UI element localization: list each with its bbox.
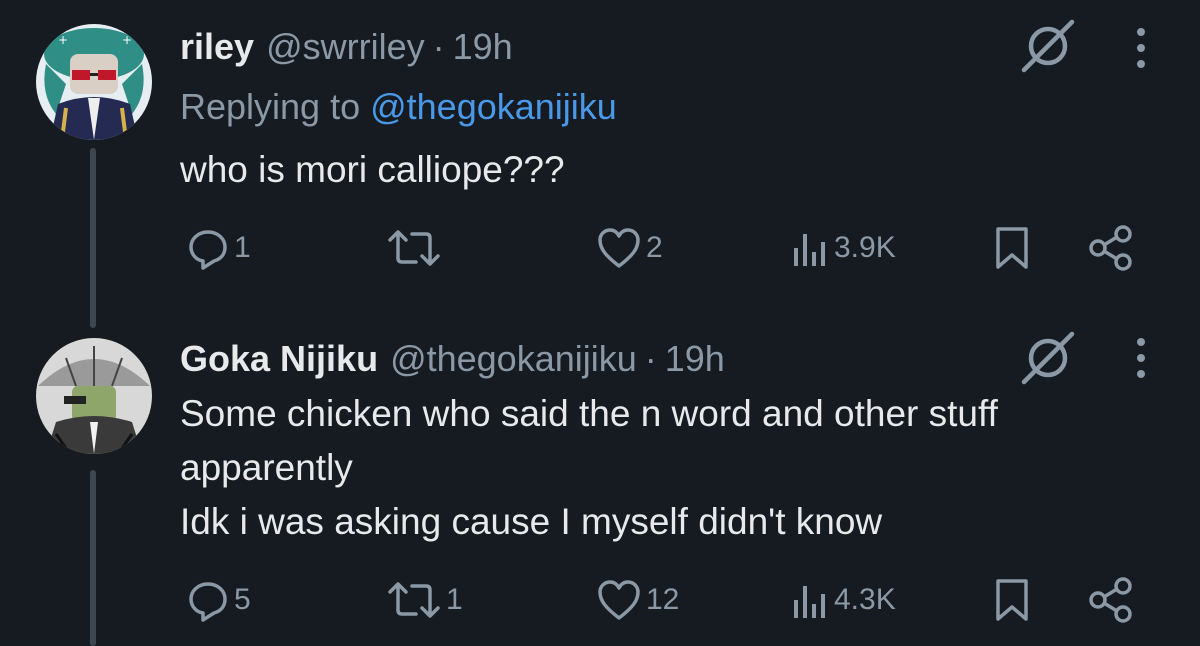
retweet-button[interactable] <box>386 223 446 273</box>
view-count: 4.3K <box>834 583 896 616</box>
display-name[interactable]: riley <box>180 26 254 68</box>
svg-text:+: + <box>122 33 132 47</box>
bookmark-icon <box>996 579 1028 621</box>
timestamp[interactable]: 19h <box>453 26 513 68</box>
views-button[interactable]: 4.3K <box>790 575 896 625</box>
bookmark-button[interactable] <box>992 223 1032 273</box>
tweet-body-line: apparently <box>180 447 353 488</box>
more-options-icon[interactable] <box>1126 20 1156 80</box>
retweet-button[interactable]: 1 <box>386 575 463 625</box>
views-button[interactable]: 3.9K <box>790 223 896 273</box>
more-options-icon[interactable] <box>1126 330 1156 390</box>
tweet-body-line: Idk i was asking cause I myself didn't k… <box>180 501 883 542</box>
like-count: 2 <box>646 231 663 264</box>
tweet-actions: 1 2 3.9K <box>186 223 1200 273</box>
avatar[interactable]: + + <box>36 24 152 140</box>
reply-icon <box>189 230 227 270</box>
separator-dot: · <box>644 338 657 379</box>
retweet-icon <box>388 582 440 618</box>
display-name[interactable]: Goka Nijiku <box>180 338 378 380</box>
retweet-count: 1 <box>446 583 463 616</box>
reply-button[interactable]: 5 <box>186 575 251 625</box>
svg-text:+: + <box>58 33 68 47</box>
view-count: 3.9K <box>834 231 896 264</box>
reply-count: 1 <box>234 231 251 264</box>
tweet-body: who is mori calliope??? <box>180 143 565 197</box>
avatar[interactable] <box>36 338 152 454</box>
replying-to-label: Replying to <box>180 86 371 127</box>
like-count: 12 <box>646 583 680 616</box>
grok-icon[interactable] <box>1016 14 1080 78</box>
grok-icon[interactable] <box>1016 326 1080 390</box>
avatar-goka-icon <box>36 338 152 454</box>
thread-line-upper <box>90 148 96 328</box>
tweet-body-line: who is mori calliope??? <box>180 149 565 190</box>
tweet-body-line: Some chicken who said the n word and oth… <box>180 393 998 434</box>
share-icon <box>1089 225 1132 271</box>
reply-count: 5 <box>234 583 251 616</box>
bookmark-button[interactable] <box>992 575 1032 625</box>
user-handle[interactable]: @swrriley <box>266 26 425 68</box>
tweet-body: Some chicken who said the n word and oth… <box>180 387 998 549</box>
like-button[interactable]: 12 <box>596 575 679 625</box>
separator-dot: · <box>432 26 445 67</box>
reply-button[interactable]: 1 <box>186 223 251 273</box>
timestamp[interactable]: 19h <box>665 338 725 380</box>
replying-to: Replying to @thegokanijiku <box>180 86 617 128</box>
retweet-icon <box>388 230 440 266</box>
tweet-header: Goka Nijiku @thegokanijiku · 19h <box>180 338 725 380</box>
heart-icon <box>598 228 640 268</box>
views-icon <box>794 586 825 618</box>
reply-icon <box>189 582 227 622</box>
bookmark-icon <box>996 227 1028 269</box>
avatar-riley-icon: + + <box>36 24 152 140</box>
replying-to-mention[interactable]: @thegokanijiku <box>370 86 617 127</box>
tweet-actions: 5 1 12 4.3K <box>186 575 1200 625</box>
views-icon <box>794 234 825 266</box>
user-handle[interactable]: @thegokanijiku <box>390 338 637 380</box>
share-button[interactable] <box>1086 575 1136 625</box>
share-icon <box>1089 577 1132 623</box>
like-button[interactable]: 2 <box>596 223 663 273</box>
tweet-header: riley @swrriley · 19h <box>180 26 513 68</box>
heart-icon <box>598 580 640 620</box>
share-button[interactable] <box>1086 223 1136 273</box>
thread-line-lower <box>90 470 96 646</box>
